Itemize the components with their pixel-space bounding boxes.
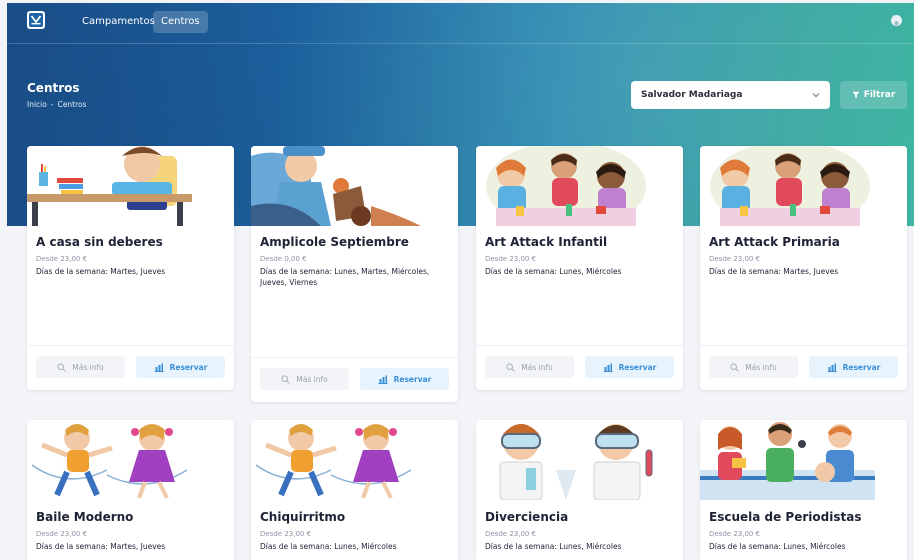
brand-logo[interactable]: [27, 11, 45, 29]
card-price: Desde 0,00 €: [260, 255, 307, 263]
reserve-label: Reservar: [393, 374, 432, 384]
card-image-dancing-kids: [27, 420, 234, 500]
card-divider: [700, 345, 907, 346]
reserve-label: Reservar: [842, 362, 881, 372]
card-title: Chiquirritmo: [260, 510, 346, 524]
top-navbar: Campamentos Centros: [7, 3, 914, 44]
reserve-button[interactable]: Reservar: [136, 356, 225, 378]
nav-link-centros[interactable]: Centros: [153, 11, 208, 33]
activity-card: Art Attack Infantil Desde 23,00 € Días d…: [476, 146, 683, 390]
card-days: Días de la semana: Lunes, Miércoles: [485, 267, 622, 276]
more-info-button[interactable]: Más info: [260, 368, 349, 390]
search-icon: [281, 374, 290, 384]
logo-icon: [29, 13, 43, 27]
more-info-label: Más info: [296, 374, 328, 384]
card-image-art-kids: [476, 146, 683, 226]
card-price: Desde 23,00 €: [709, 255, 761, 263]
card-divider: [476, 345, 683, 346]
activity-card: Escuela de Periodistas Desde 23,00 € Día…: [700, 420, 907, 560]
card-title: Art Attack Infantil: [485, 235, 608, 249]
card-price: Desde 23,00 €: [260, 530, 312, 538]
activity-card: Diverciencia Desde 23,00 € Días de la se…: [476, 420, 683, 560]
card-days: Días de la semana: Lunes, Miércoles: [709, 542, 846, 551]
card-title: Art Attack Primaria: [709, 235, 840, 249]
card-price: Desde 23,00 €: [485, 255, 537, 263]
chevron-down-icon: [812, 93, 820, 98]
more-info-button[interactable]: Más info: [36, 356, 125, 378]
activity-card: Art Attack Primaria Desde 23,00 € Días d…: [700, 146, 907, 390]
card-image-journalist-kids: [700, 420, 907, 500]
card-days: Días de la semana: Martes, Jueves: [36, 267, 166, 276]
card-title: A casa sin deberes: [36, 235, 163, 249]
reserve-button[interactable]: Reservar: [360, 368, 449, 390]
search-icon: [57, 362, 66, 372]
school-select[interactable]: Salvador Madariaga: [631, 81, 830, 109]
school-select-value: Salvador Madariaga: [641, 90, 743, 100]
breadcrumb-separator: -: [50, 100, 54, 109]
card-divider: [251, 357, 458, 358]
card-image-study-boy: [27, 146, 234, 226]
reserve-icon: [378, 375, 388, 384]
card-days: Días de la semana: Lunes, Miércoles: [485, 542, 622, 551]
nav-link-campamentos[interactable]: Campamentos: [74, 11, 163, 33]
more-info-button[interactable]: Más info: [485, 356, 574, 378]
card-days: Días de la semana: Lunes, Miércoles: [260, 542, 397, 551]
card-title: Diverciencia: [485, 510, 569, 524]
filter-icon: [852, 91, 860, 99]
breadcrumb-current: Centros: [57, 100, 87, 109]
card-title: Baile Moderno: [36, 510, 134, 524]
card-image-kids-playing: [251, 146, 458, 226]
user-icon: [894, 21, 899, 26]
reserve-icon: [827, 363, 837, 372]
card-image-science-kids: [476, 420, 683, 500]
activity-card: Chiquirritmo Desde 23,00 € Días de la se…: [251, 420, 458, 560]
card-image-dancing-kids: [251, 420, 458, 500]
reserve-label: Reservar: [169, 362, 208, 372]
more-info-label: Más info: [521, 362, 553, 372]
card-image-art-kids: [700, 146, 907, 226]
card-title: Escuela de Periodistas: [709, 510, 862, 524]
card-divider: [27, 345, 234, 346]
card-title: Amplicole Septiembre: [260, 235, 409, 249]
filter-button[interactable]: Filtrar: [840, 81, 907, 109]
reserve-icon: [154, 363, 164, 372]
reserve-button[interactable]: Reservar: [809, 356, 898, 378]
filter-button-label: Filtrar: [863, 90, 896, 100]
reserve-button[interactable]: Reservar: [585, 356, 674, 378]
activity-card: A casa sin deberes Desde 23,00 € Días de…: [27, 146, 234, 390]
user-avatar-icon[interactable]: [891, 15, 902, 26]
breadcrumb: Inicio - Centros: [27, 100, 91, 109]
card-days: Días de la semana: Martes, Jueves: [36, 542, 166, 551]
reserve-label: Reservar: [618, 362, 657, 372]
page-title: Centros: [27, 81, 80, 95]
card-price: Desde 23,00 €: [485, 530, 537, 538]
card-price: Desde 23,00 €: [36, 530, 88, 538]
breadcrumb-home[interactable]: Inicio: [27, 100, 47, 109]
activity-card: Amplicole Septiembre Desde 0,00 € Días d…: [251, 146, 458, 402]
reserve-icon: [603, 363, 613, 372]
card-price: Desde 23,00 €: [709, 530, 761, 538]
activity-card: Baile Moderno Desde 23,00 € Días de la s…: [27, 420, 234, 560]
card-price: Desde 23,00 €: [36, 255, 88, 263]
search-icon: [730, 362, 739, 372]
card-days: Días de la semana: Martes, Jueves: [709, 267, 839, 276]
search-icon: [506, 362, 515, 372]
card-days: Días de la semana: Lunes, Martes, Miérco…: [260, 267, 430, 287]
more-info-button[interactable]: Más info: [709, 356, 798, 378]
more-info-label: Más info: [745, 362, 777, 372]
more-info-label: Más info: [72, 362, 104, 372]
